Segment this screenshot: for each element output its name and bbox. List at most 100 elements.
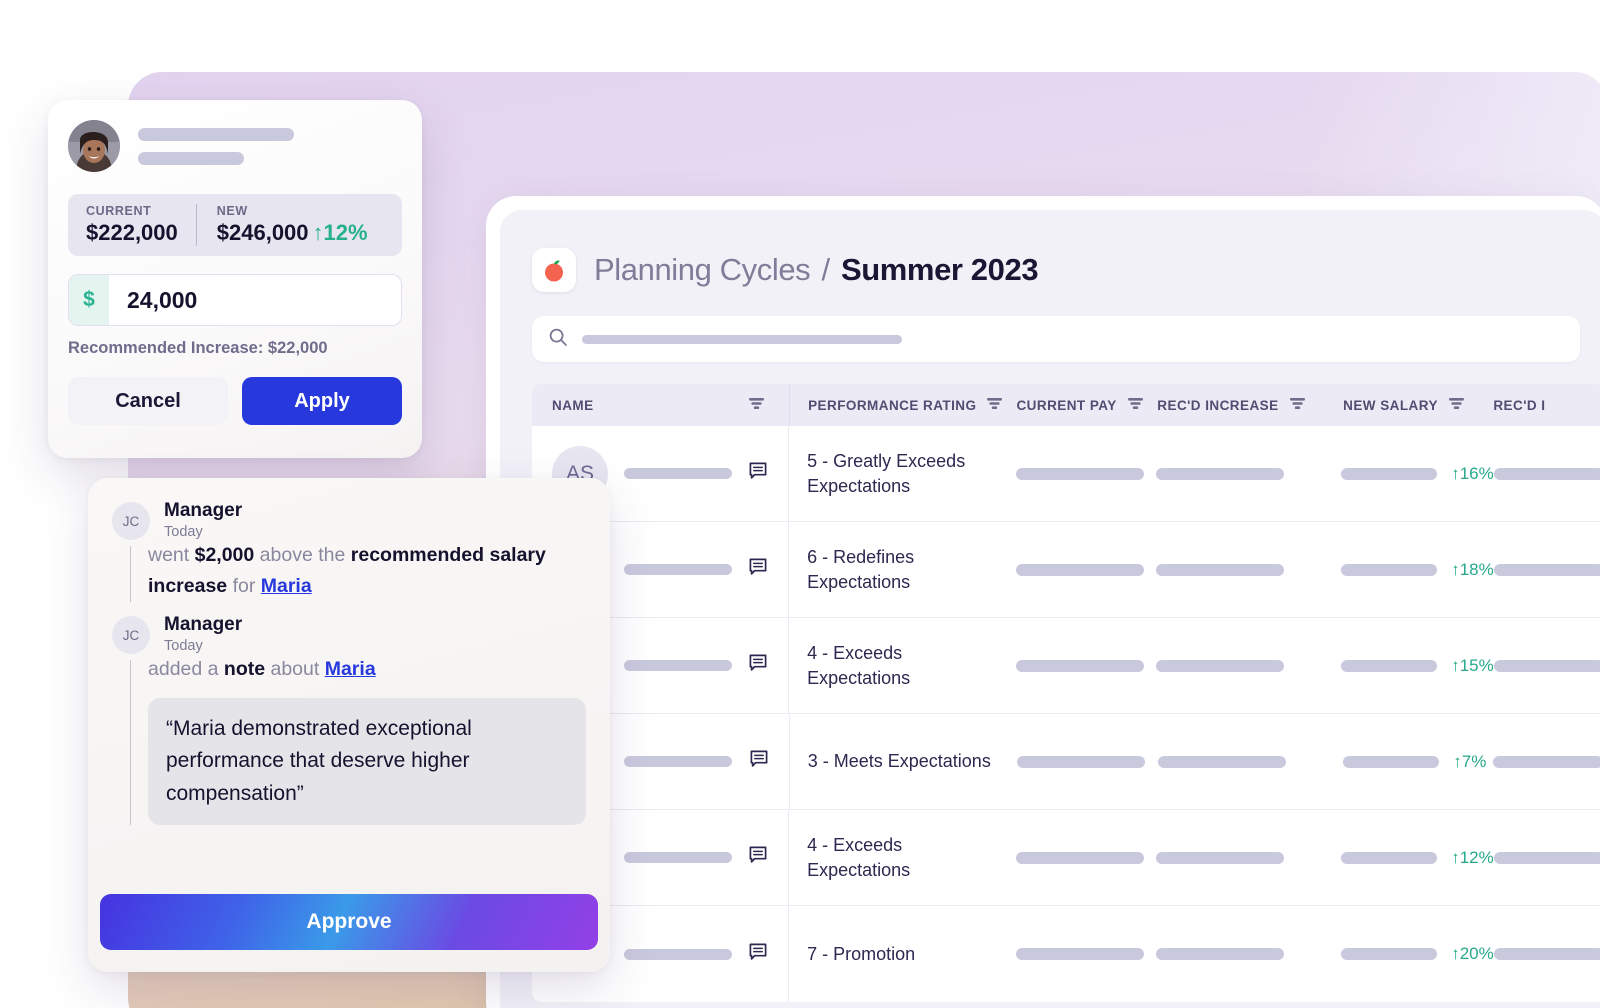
column-header-performance-rating[interactable]: PERFORMANCE RATING (790, 396, 1016, 414)
increase-amount-input[interactable]: $ 24,000 (68, 274, 402, 326)
employee-link[interactable]: Maria (261, 575, 312, 597)
new-salary-pct: ↑12% (1451, 847, 1494, 867)
filter-icon[interactable] (748, 396, 765, 414)
comment-text: went $2,000 above the recommended salary… (148, 540, 586, 602)
search-input[interactable] (532, 316, 1580, 362)
value-placeholder-bar (1493, 659, 1600, 672)
breadcrumb: Planning Cycles / Summer 2023 (594, 252, 1039, 288)
new-salary-pct: ↑16% (1451, 463, 1494, 483)
cancel-button[interactable]: Cancel (68, 377, 228, 425)
comment-icon[interactable] (748, 653, 768, 678)
comment-icon[interactable] (749, 749, 769, 774)
cell-recd-increase-pct (1493, 563, 1600, 576)
column-header-recd-increase-pct[interactable]: REC'D I (1493, 398, 1600, 413)
value-placeholder-bar (1157, 755, 1286, 768)
cell-recd-increase-pct (1493, 755, 1600, 768)
cell-recd-increase (1155, 948, 1341, 960)
comment-body: Manager Today (164, 500, 586, 540)
filter-icon[interactable] (986, 396, 1003, 414)
new-salary-pct: ↑15% (1451, 655, 1494, 675)
column-header-current-pay[interactable]: CURRENT PAY (1016, 396, 1157, 414)
table-header-row: NAME PERFORMANCE RATING CURRENT PAY REC'… (532, 384, 1600, 426)
cell-current-pay (1015, 948, 1156, 960)
name-placeholder-bar (624, 468, 732, 479)
table-row[interactable]: 6 - Redefines Expectations ↑18% (532, 522, 1600, 618)
comment-text: added a note about Maria (148, 654, 586, 685)
new-pay-delta: ↑12% (312, 220, 368, 245)
comment-icon[interactable] (748, 845, 768, 870)
name-placeholder-bar (138, 127, 294, 141)
table-body: AS 5 - Greatly Exceeds Expectations ↑16%… (532, 426, 1600, 1002)
increase-amount-value[interactable]: 24,000 (109, 275, 401, 325)
cell-recd-increase-pct (1493, 851, 1600, 864)
cell-recd-increase (1155, 467, 1341, 480)
column-header-recd-increase[interactable]: REC'D INCREASE (1157, 396, 1343, 414)
cell-performance-rating: 4 - Exceeds Expectations (807, 643, 911, 688)
cell-new-salary: ↑7% (1343, 752, 1493, 772)
filter-icon[interactable] (1289, 396, 1306, 414)
cell-recd-increase (1155, 659, 1341, 672)
amount-emphasis: $2,000 (194, 544, 255, 566)
app-header: Planning Cycles / Summer 2023 (500, 210, 1600, 302)
employee-table: NAME PERFORMANCE RATING CURRENT PAY REC'… (532, 384, 1600, 1002)
current-pay-value: $222,000 (86, 220, 178, 245)
value-placeholder-bar (1155, 563, 1284, 576)
value-placeholder-bar (1493, 467, 1600, 480)
value-placeholder-bar (1015, 467, 1144, 480)
value-placeholder-bar (1155, 948, 1284, 960)
new-pay-amount: $246,000 (216, 220, 309, 245)
comment-author: Manager (164, 614, 243, 636)
table-row[interactable]: 7 - Promotion ↑20% (532, 906, 1600, 1002)
filter-icon[interactable] (1127, 396, 1144, 414)
cell-performance-rating: 7 - Promotion (807, 943, 916, 964)
value-placeholder-bar (1015, 948, 1144, 960)
cell-new-salary: ↑18% (1341, 560, 1494, 580)
comment-timestamp: Today (164, 524, 203, 540)
new-salary-pct: ↑18% (1451, 559, 1494, 579)
table-row[interactable]: 4 - Exceeds Expectations ↑12% (532, 810, 1600, 906)
filter-icon[interactable] (1448, 396, 1465, 414)
table-row[interactable]: AS 5 - Greatly Exceeds Expectations ↑16% (532, 426, 1600, 522)
table-row[interactable]: 3 - Meets Expectations ↑7% (532, 714, 1600, 810)
table-row[interactable]: 4 - Exceeds Expectations ↑15% (532, 618, 1600, 714)
approve-button[interactable]: Approve (100, 894, 598, 950)
value-placeholder-bar (1493, 563, 1600, 576)
cell-new-salary: ↑12% (1341, 848, 1494, 868)
comment-timestamp: Today (164, 638, 203, 655)
value-placeholder-bar (1341, 659, 1438, 672)
cell-recd-increase (1157, 755, 1344, 768)
new-salary-pct: ↑7% (1453, 751, 1487, 771)
text-fragment: about (265, 658, 325, 681)
text-fragment: above the (254, 544, 351, 566)
cell-current-pay (1016, 755, 1158, 768)
name-placeholder-bar (624, 948, 732, 960)
column-label: PERFORMANCE RATING (808, 397, 977, 413)
comment-icon[interactable] (748, 461, 768, 486)
value-placeholder-bar (1341, 467, 1438, 480)
text-fragment: added a (148, 658, 224, 681)
column-header-new-salary[interactable]: NEW SALARY (1343, 396, 1493, 414)
search-placeholder-bar (582, 334, 902, 344)
new-salary-pct: ↑20% (1451, 944, 1494, 963)
comment-icon[interactable] (748, 942, 768, 967)
salary-adjustment-card: CURRENT $222,000 NEW $246,000 ↑12% $ 24,0… (48, 100, 422, 458)
value-placeholder-bar (1015, 659, 1144, 672)
new-pay-stat: NEW $246,000 ↑12% (195, 204, 386, 246)
column-header-name[interactable]: NAME (532, 384, 791, 426)
cell-current-pay (1015, 467, 1156, 480)
cell-performance-rating: 5 - Greatly Exceeds Expectations (807, 451, 966, 496)
text-fragment: for (227, 575, 261, 598)
breadcrumb-parent[interactable]: Planning Cycles (594, 252, 811, 287)
current-pay-label: CURRENT (86, 204, 152, 218)
value-placeholder-bar (1015, 851, 1144, 864)
comment-icon[interactable] (748, 557, 768, 582)
cell-current-pay (1015, 851, 1156, 864)
value-placeholder-bar (1155, 467, 1284, 480)
peach-icon (532, 248, 576, 292)
new-pay-label: NEW (216, 204, 248, 218)
employee-link[interactable]: Maria (325, 658, 376, 680)
value-placeholder-bar (1493, 948, 1600, 960)
note-emphasis: note (223, 658, 266, 681)
value-placeholder-bar (1016, 755, 1145, 768)
apply-button[interactable]: Apply (242, 377, 402, 425)
